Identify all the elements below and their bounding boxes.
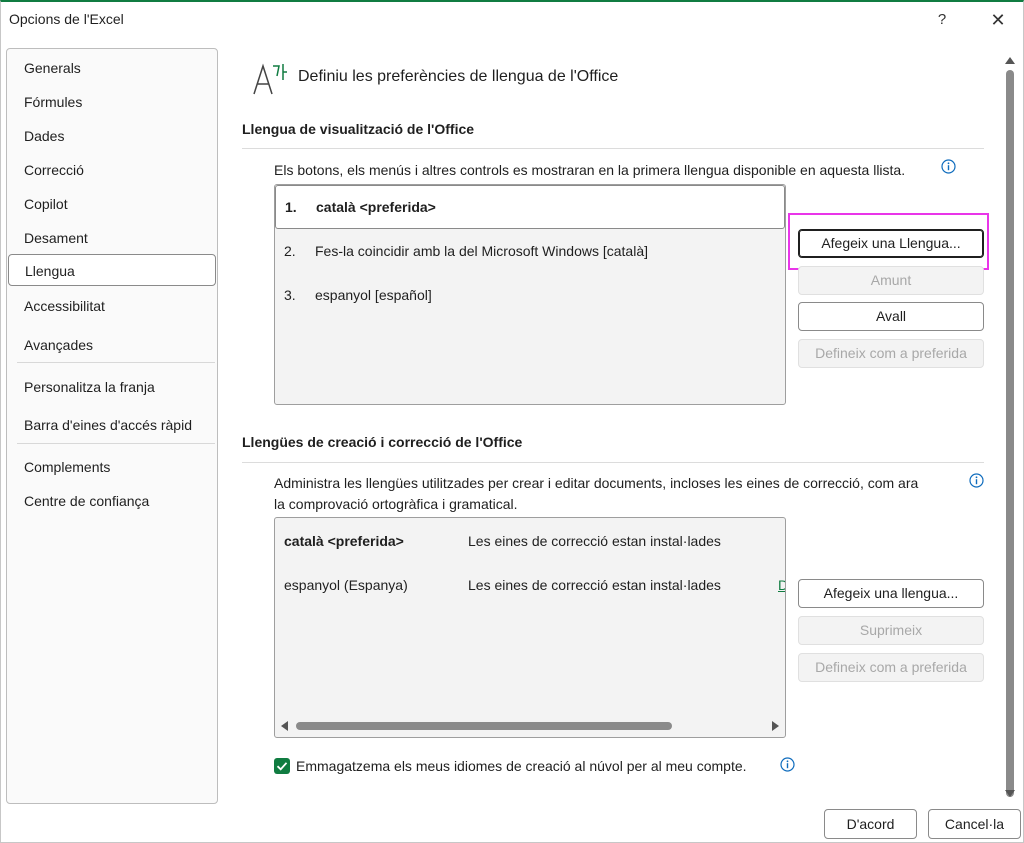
sidebar-item-save[interactable]: Desament [8,222,216,254]
list-item[interactable]: 3. espanyol [español] [275,275,785,315]
authoring-description-line1: Administra les llengües utilitzades per … [274,475,919,491]
section-divider [242,462,984,463]
horizontal-scrollbar[interactable] [276,717,785,734]
sidebar-item-accessibility[interactable]: Accessibilitat [8,290,216,322]
table-cell-language: català <preferida> [284,533,404,549]
move-down-button[interactable]: Avall [798,302,984,331]
list-item-number: 3. [284,287,296,303]
title-bar: Opcions de l'Excel ? ✕ [1,2,1023,42]
vertical-scrollbar[interactable] [1001,52,1019,802]
scroll-thumb[interactable] [1006,70,1014,797]
scroll-right-icon[interactable] [772,721,779,731]
scroll-left-icon[interactable] [281,721,288,731]
info-icon[interactable] [969,473,984,488]
ok-button[interactable]: D'acord [824,809,917,839]
add-authoring-language-button[interactable]: Afegeix una llengua... [798,579,984,608]
authoring-language-heading: Llengües de creació i correcció de l'Off… [242,434,523,450]
add-display-language-button[interactable]: Afegeix una Llengua... [798,229,984,258]
table-cell-link[interactable]: D [778,565,785,605]
table-cell-language: espanyol (Espanya) [284,577,408,593]
list-item-text: espanyol [español] [315,287,432,303]
list-item-text: català <preferida> [316,199,436,215]
scroll-thumb[interactable] [296,722,672,730]
sidebar-item-proofing[interactable]: Correcció [8,154,216,186]
checkmark-icon [276,762,288,771]
list-item-text: Fes-la coincidir amb la del Microsoft Wi… [315,243,649,259]
info-icon[interactable] [780,757,795,772]
sidebar-divider [17,443,215,444]
sidebar-item-data[interactable]: Dades [8,120,216,152]
window-title: Opcions de l'Excel [9,11,124,27]
sidebar-nav: Generals Fórmules Dades Correcció Copilo… [6,48,218,804]
display-language-description: Els botons, els menús i altres controls … [274,162,906,178]
sidebar-item-addins[interactable]: Complements [8,451,216,483]
set-preferred-display-button[interactable]: Defineix com a preferida [798,339,984,368]
cancel-button[interactable]: Cancel·la [928,809,1021,839]
table-cell-status: Les eines de correcció estan instal·lade… [468,533,721,549]
sidebar-item-customize-ribbon[interactable]: Personalitza la franja [8,371,216,403]
authoring-language-table[interactable]: català <preferida> Les eines de correcci… [274,517,786,738]
scroll-up-icon[interactable] [1005,57,1015,64]
section-divider [242,148,984,149]
help-button[interactable]: ? [931,8,953,32]
sidebar-item-quick-access-toolbar[interactable]: Barra d'eines d'accés ràpid [8,409,216,441]
language-icon [253,63,287,95]
remove-language-button[interactable]: Suprimeix [798,616,984,645]
list-item[interactable]: 1. català <preferida> [275,185,785,229]
sidebar-item-formulas[interactable]: Fórmules [8,86,216,118]
sidebar-item-advanced[interactable]: Avançades [8,329,216,361]
list-item-number: 2. [284,243,296,259]
table-cell-status: Les eines de correcció estan instal·lade… [468,577,721,593]
info-icon[interactable] [941,159,956,174]
scroll-down-icon[interactable] [1005,790,1015,797]
page-title: Definiu les preferències de llengua de l… [298,68,619,85]
cloud-languages-label: Emmagatzema els meus idiomes de creació … [296,758,747,774]
sidebar-item-generals[interactable]: Generals [8,52,216,84]
close-button[interactable]: ✕ [986,8,1010,32]
display-language-heading: Llengua de visualització de l'Office [242,121,475,137]
set-preferred-authoring-button[interactable]: Defineix com a preferida [798,653,984,682]
sidebar-divider [17,362,215,363]
table-row[interactable]: català <preferida> Les eines de correcci… [275,521,785,561]
list-item[interactable]: 2. Fes-la coincidir amb la del Microsoft… [275,231,785,271]
sidebar-item-language[interactable]: Llengua [8,254,216,286]
table-row[interactable]: espanyol (Espanya) Les eines de correcci… [275,565,785,605]
authoring-description-line2: la comprovació ortogràfica i gramatical. [274,496,518,512]
options-dialog: Opcions de l'Excel ? ✕ Generals Fórmules… [0,0,1024,843]
display-language-list[interactable]: 1. català <preferida> 2. Fes-la coincidi… [274,184,786,405]
sidebar-item-trust-center[interactable]: Centre de confiança [8,485,216,517]
cloud-languages-checkbox[interactable] [274,758,290,774]
sidebar-item-copilot[interactable]: Copilot [8,188,216,220]
list-item-number: 1. [285,199,297,215]
move-up-button[interactable]: Amunt [798,266,984,295]
